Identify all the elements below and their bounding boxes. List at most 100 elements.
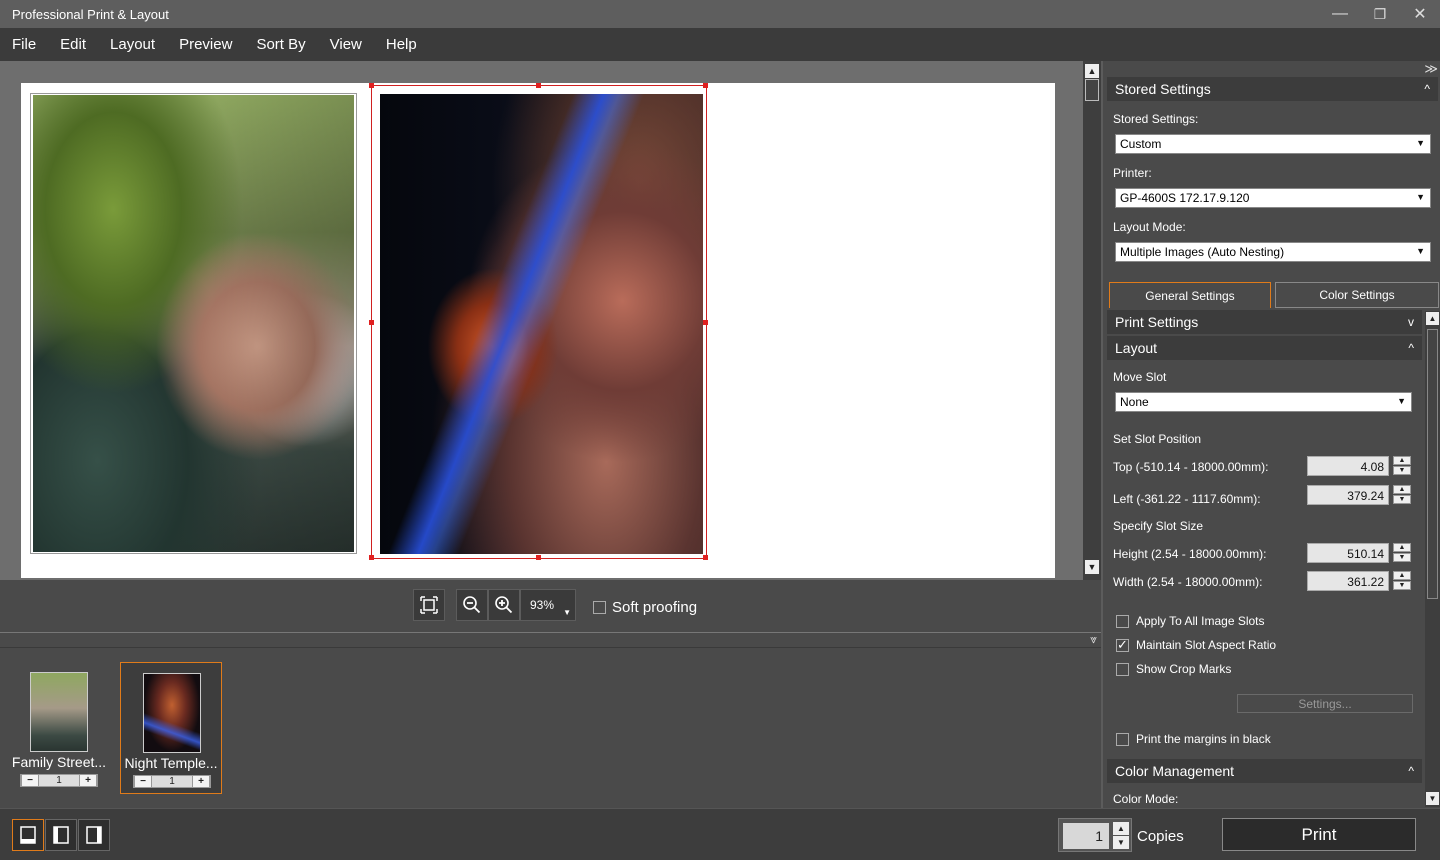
copies-spinner[interactable]: ▲ ▼ — [1113, 822, 1129, 850]
spin-up-icon[interactable]: ▲ — [1393, 485, 1411, 494]
resize-handle-bl[interactable] — [369, 555, 374, 560]
left-panel-view-button[interactable] — [45, 819, 77, 851]
collapse-panel-icon[interactable]: ≫ — [1424, 61, 1438, 77]
spin-up-icon[interactable]: ▲ — [1113, 822, 1129, 835]
move-slot-select[interactable]: None ▼ — [1115, 392, 1412, 412]
quantity-value[interactable]: 1 — [152, 776, 192, 787]
maintain-aspect-ratio-option[interactable]: Maintain Slot Aspect Ratio — [1116, 637, 1276, 653]
settings-scrollbar[interactable]: ▲ ▼ — [1425, 311, 1440, 807]
spin-up-icon[interactable]: ▲ — [1393, 543, 1411, 552]
image-slot-family-street[interactable] — [30, 93, 357, 554]
scroll-down-arrow-icon[interactable]: ▼ — [1426, 792, 1439, 805]
maintain-aspect-ratio-checkbox[interactable] — [1116, 637, 1129, 653]
copies-stepper: 1 ▲ ▼ — [1058, 818, 1132, 852]
collapse-tray-icon[interactable]: ⩔ — [1090, 632, 1097, 647]
print-settings-header[interactable]: Print Settings v — [1107, 310, 1422, 334]
menu-edit[interactable]: Edit — [48, 28, 98, 61]
right-panel-view-button[interactable] — [78, 819, 110, 851]
app-window: Professional Print & Layout — ❐ ✕ File E… — [0, 0, 1440, 860]
thumbnail-card-selected[interactable]: Night Temple... − 1 + — [120, 662, 222, 794]
spin-up-icon[interactable]: ▲ — [1393, 571, 1411, 580]
menu-layout[interactable]: Layout — [98, 28, 167, 61]
spin-down-icon[interactable]: ▼ — [1393, 495, 1411, 504]
left-position-spinner[interactable]: ▲ ▼ — [1393, 485, 1411, 505]
printer-select[interactable]: GP-4600S 172.17.9.120 ▼ — [1115, 188, 1431, 208]
top-position-field[interactable]: 4.08 — [1307, 456, 1389, 476]
apply-all-slots-option[interactable]: Apply To All Image Slots — [1116, 614, 1265, 628]
spin-down-icon[interactable]: ▼ — [1393, 553, 1411, 562]
menu-preview[interactable]: Preview — [167, 28, 244, 61]
resize-handle-br[interactable] — [703, 555, 708, 560]
resize-handle-tl[interactable] — [369, 83, 374, 88]
image-slot-night-temple[interactable] — [369, 83, 708, 560]
soft-proofing-checkbox[interactable] — [593, 601, 606, 614]
thumbnail-card[interactable]: Family Street... − 1 + — [8, 662, 110, 794]
increment-button[interactable]: + — [192, 776, 210, 787]
height-field[interactable]: 510.14 — [1307, 543, 1389, 563]
menu-view[interactable]: View — [318, 28, 374, 61]
minimize-button[interactable]: — — [1320, 0, 1360, 28]
restore-button[interactable]: ❐ — [1360, 0, 1400, 28]
spin-up-icon[interactable]: ▲ — [1393, 456, 1411, 465]
scroll-up-arrow-icon[interactable]: ▲ — [1085, 64, 1099, 78]
spin-down-icon[interactable]: ▼ — [1113, 836, 1129, 849]
scroll-down-arrow-icon[interactable]: ▼ — [1085, 560, 1099, 574]
soft-proofing-toggle[interactable]: Soft proofing — [593, 599, 697, 616]
chevron-up-icon: ^ — [1408, 341, 1414, 355]
dropdown-arrow-icon: ▼ — [1397, 396, 1406, 406]
menu-help[interactable]: Help — [374, 28, 429, 61]
width-field[interactable]: 361.22 — [1307, 571, 1389, 591]
margins-black-checkbox[interactable] — [1116, 732, 1129, 746]
select-value: Custom — [1120, 137, 1162, 151]
show-crop-marks-option[interactable]: Show Crop Marks — [1116, 662, 1231, 676]
canvas-scrollbar[interactable]: ▲ ▼ — [1083, 61, 1101, 580]
resize-handle-r[interactable] — [703, 320, 708, 325]
quantity-value[interactable]: 1 — [39, 775, 79, 786]
decrement-button[interactable]: − — [134, 776, 152, 787]
quantity-stepper: − 1 + — [133, 775, 211, 788]
spin-down-icon[interactable]: ▼ — [1393, 466, 1411, 475]
scroll-thumb[interactable] — [1427, 329, 1438, 599]
menu-sort-by[interactable]: Sort By — [244, 28, 317, 61]
spin-down-icon[interactable]: ▼ — [1393, 581, 1411, 590]
stored-settings-select[interactable]: Custom ▼ — [1115, 134, 1431, 154]
night-temple-photo — [380, 94, 703, 554]
zoom-out-icon — [463, 596, 481, 614]
apply-all-slots-checkbox[interactable] — [1116, 614, 1129, 628]
thumbnail-name: Night Temple... — [124, 755, 218, 771]
height-spinner[interactable]: ▲ ▼ — [1393, 543, 1411, 563]
resize-handle-b[interactable] — [536, 555, 541, 560]
color-management-header[interactable]: Color Management ^ — [1107, 759, 1422, 783]
decrement-button[interactable]: − — [21, 775, 39, 786]
width-spinner[interactable]: ▲ ▼ — [1393, 571, 1411, 591]
tab-general-settings[interactable]: General Settings — [1109, 282, 1271, 308]
increment-button[interactable]: + — [79, 775, 97, 786]
layout-canvas[interactable] — [0, 61, 1083, 580]
thumbnail-tray: Family Street... − 1 + Night Temple... −… — [0, 648, 1101, 806]
fit-window-icon — [420, 596, 438, 614]
layout-mode-select[interactable]: Multiple Images (Auto Nesting) ▼ — [1115, 242, 1431, 262]
print-button[interactable]: Print — [1222, 818, 1416, 851]
apply-all-slots-label: Apply To All Image Slots — [1136, 614, 1265, 628]
zoom-level-dropdown[interactable]: 93% ▼ — [520, 589, 576, 621]
zoom-in-button[interactable] — [488, 589, 520, 621]
layout-header[interactable]: Layout ^ — [1107, 336, 1422, 360]
crop-settings-button[interactable]: Settings... — [1237, 694, 1413, 713]
margins-black-option[interactable]: Print the margins in black — [1116, 732, 1271, 746]
show-crop-marks-checkbox[interactable] — [1116, 662, 1129, 676]
tab-color-settings[interactable]: Color Settings — [1275, 282, 1439, 308]
resize-handle-t[interactable] — [536, 83, 541, 88]
menu-file[interactable]: File — [0, 28, 48, 61]
scroll-up-arrow-icon[interactable]: ▲ — [1426, 312, 1439, 325]
copies-field[interactable]: 1 — [1063, 823, 1109, 849]
fit-to-window-button[interactable] — [413, 589, 445, 621]
scroll-thumb[interactable] — [1085, 79, 1099, 101]
top-position-spinner[interactable]: ▲ ▼ — [1393, 456, 1411, 476]
resize-handle-tr[interactable] — [703, 83, 708, 88]
zoom-out-button[interactable] — [456, 589, 488, 621]
single-page-view-button[interactable] — [12, 819, 44, 851]
left-position-field[interactable]: 379.24 — [1307, 485, 1389, 505]
resize-handle-l[interactable] — [369, 320, 374, 325]
close-button[interactable]: ✕ — [1400, 0, 1440, 28]
stored-settings-header[interactable]: Stored Settings ^ — [1107, 77, 1438, 101]
